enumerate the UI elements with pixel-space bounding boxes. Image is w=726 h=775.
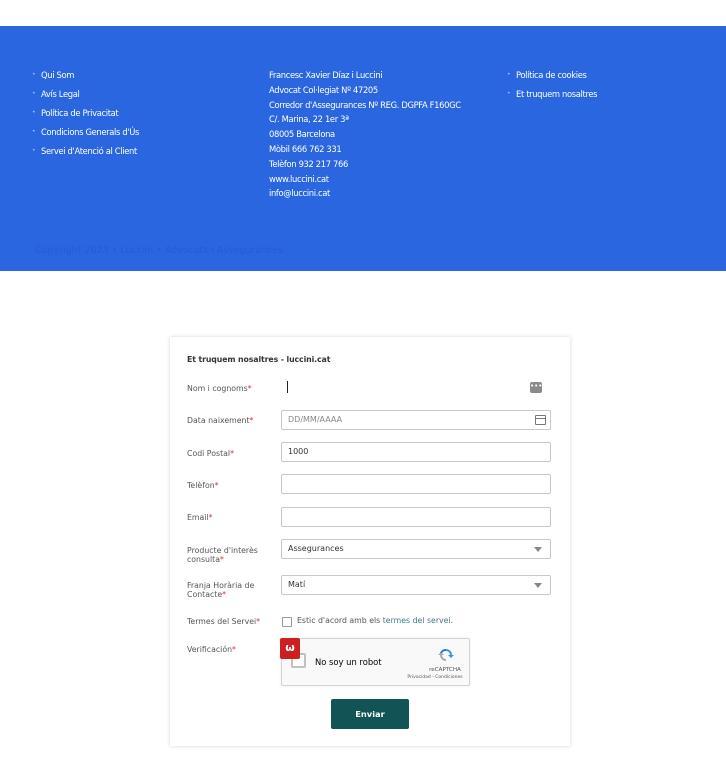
footer-link-privacitat[interactable]: Política de Privacitat [32,106,139,121]
verification-label: Verificación* [187,645,236,654]
address-line: Corredor d'Assegurances Nº REG. DGPFA F1… [269,99,461,110]
timeslot-select[interactable]: Matí [281,575,551,595]
email-link[interactable]: info@luccini.cat [269,186,461,201]
email-label: Email* [187,513,213,522]
recaptcha-widget: No soy un robot reCAPTCHA Privacidad - C… [281,638,470,686]
footer-link-avis-legal[interactable]: Avís Legal [32,87,139,102]
terms-label: Termes del Servei* [187,617,261,626]
phone-label: Telèfon* [187,481,219,490]
phone-input[interactable] [281,474,551,494]
birthdate-label: Data naixement* [187,416,254,425]
footer-address: Francesc Xavier Díaz i Luccini Advocat C… [269,68,461,201]
address-line: Mòbil 666 762 331 [269,143,342,154]
chevron-down-icon [534,547,542,552]
address-line: 08005 Barcelona [269,129,335,140]
recaptcha-logo-icon [438,648,454,661]
timeslot-label: Franja Horària de Contacte* [187,581,255,599]
product-label: Producte d'interès consulta* [187,546,258,564]
footer-link-cookies[interactable]: Política de cookies [507,68,597,83]
autofill-icon[interactable]: ••• [530,382,542,393]
address-line: C/. Marina, 22 1er 3ª [269,114,349,125]
calendar-icon[interactable] [535,415,546,425]
recaptcha-label: No soy un robot [315,657,382,667]
footer-links-left: Qui Som Avís Legal Política de Privacita… [32,68,139,163]
postcode-input[interactable]: 1000 [281,442,551,462]
terms-text: Estic d'acord amb els termes del servei. [297,616,454,625]
terms-link[interactable]: termes del servei [383,616,451,625]
terms-checkbox[interactable] [282,617,292,627]
footer-link-atencio[interactable]: Servei d'Atenció al Client [32,144,139,159]
address-line: Telèfon 932 217 766 [269,158,348,169]
footer-link-et-truquem[interactable]: Et truquem nosaltres [507,87,598,102]
chevron-down-icon [534,583,542,588]
birthdate-placeholder: DD/MM/AAAA [288,415,343,424]
footer-link-condicions[interactable]: Condicions Generals d'Ús [32,125,139,140]
website-link[interactable]: www.luccini.cat [269,172,461,187]
text-cursor [287,381,288,393]
product-select[interactable]: Assegurances [281,539,551,559]
recaptcha-links[interactable]: Privacidad - Condiciones [403,675,467,680]
form-title: Et truquem nosaltres - luccini.cat [187,355,331,364]
name-label: Nom i cognoms* [187,384,252,393]
postcode-label: Codi Postal* [187,449,234,458]
recaptcha-brand: reCAPTCHA [429,667,461,673]
callback-form: Et truquem nosaltres - luccini.cat Nom i… [170,337,570,746]
birthdate-input[interactable]: DD/MM/AAAA [281,410,551,430]
footer-copyright: Copyright 2023 • Luccini • Advocats i As… [35,245,284,256]
footer-links-right: Política de cookies Et truquem nosaltres [507,68,598,106]
footer-link-qui-som[interactable]: Qui Som [32,68,139,83]
address-line: Francesc Xavier Díaz i Luccini [269,70,383,80]
w-logo-icon: ѡ [280,638,300,659]
email-input[interactable] [281,507,551,527]
address-line: Advocat Col·legiat Nº 47205 [269,84,378,95]
site-footer: Qui Som Avís Legal Política de Privacita… [0,26,726,271]
submit-button[interactable]: Enviar [331,699,409,729]
